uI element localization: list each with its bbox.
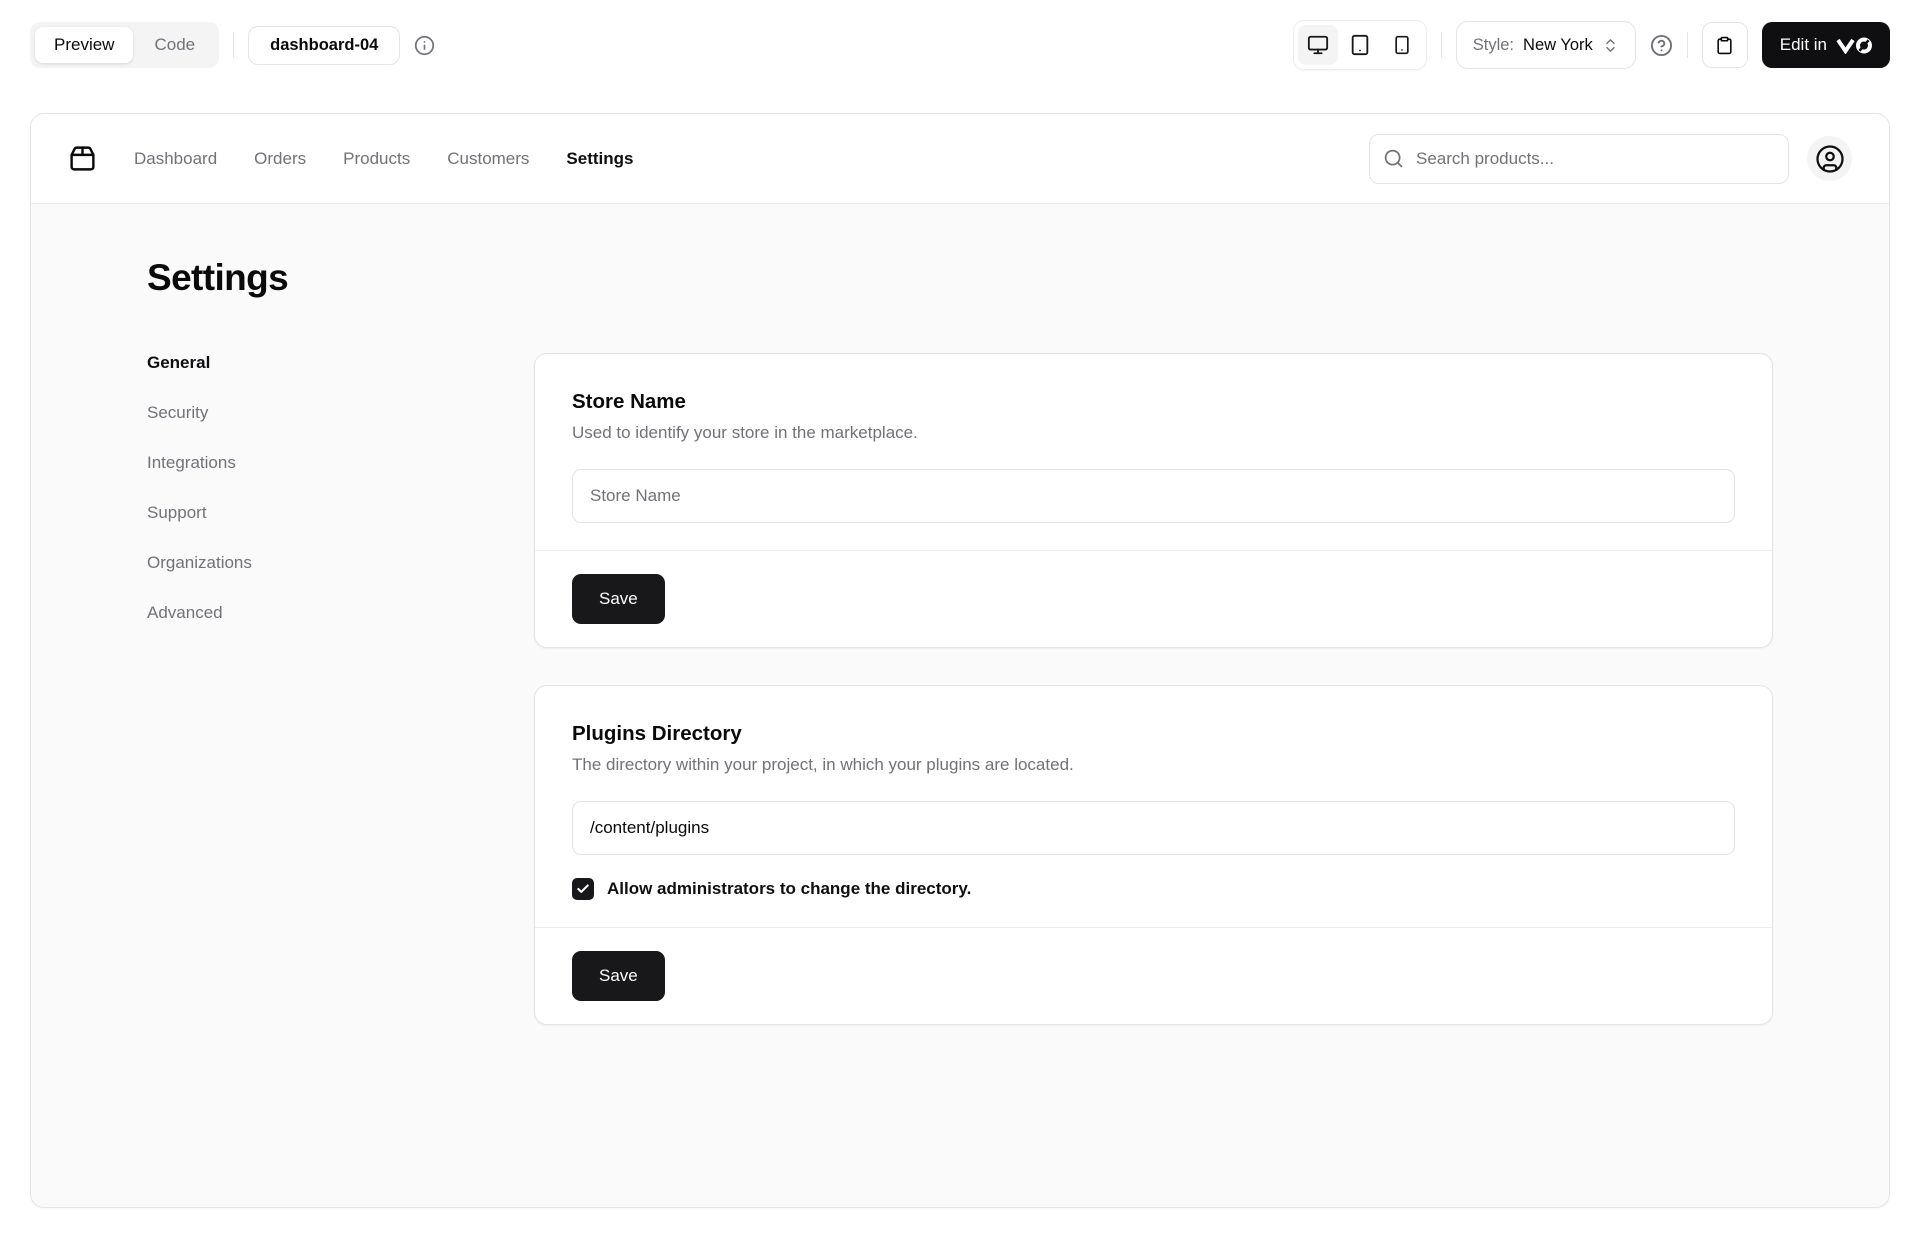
save-button[interactable]: Save [572,951,665,1001]
block-name-badge: dashboard-04 [248,25,401,65]
allow-admin-checkbox-label[interactable]: Allow administrators to change the direc… [607,879,971,899]
store-name-input[interactable] [572,469,1735,523]
chevrons-up-down-icon [1602,37,1619,54]
clipboard-icon [1715,36,1734,55]
style-select[interactable]: Style: New York [1455,21,1636,69]
search-input[interactable] [1369,133,1789,184]
sidebar-item-general[interactable]: General [147,353,427,373]
copy-code-button[interactable] [1701,22,1748,68]
app-header: Dashboard Orders Products Customers Sett… [31,114,1889,204]
preview-tab[interactable]: Preview [35,27,134,63]
device-size-toggle [1292,20,1427,70]
sidebar-item-support[interactable]: Support [147,503,427,523]
card-description: The directory within your project, in wh… [572,755,1074,774]
settings-sidebar: General Security Integrations Support Or… [147,353,427,623]
search-icon [1383,148,1404,174]
sidebar-item-security[interactable]: Security [147,403,427,423]
header-right [1369,133,1852,184]
user-menu-button[interactable] [1807,136,1852,181]
plugins-directory-input[interactable] [572,801,1735,855]
smartphone-icon [1392,35,1412,55]
info-icon[interactable] [414,35,435,56]
edit-in-v0-label: Edit in [1779,35,1827,54]
view-mode-toggle: Preview Code [30,22,220,68]
save-button[interactable]: Save [572,574,665,624]
mobile-view-button[interactable] [1382,25,1422,65]
settings-page: Settings General Security Integrations S… [31,204,1889,1025]
block-preview-frame: Dashboard Orders Products Customers Sett… [30,113,1890,1208]
v0-logo-icon [1836,37,1872,54]
store-name-card: Store Name Used to identify your store i… [534,353,1773,648]
tablet-icon [1349,34,1371,56]
nav-link-orders[interactable]: Orders [254,149,306,169]
card-title: Store Name [572,390,686,413]
card-description: Used to identify your store in the marke… [572,423,918,442]
nav-link-dashboard[interactable]: Dashboard [134,149,217,169]
nav-link-customers[interactable]: Customers [447,149,529,169]
circle-user-icon [1815,144,1845,174]
card-title: Plugins Directory [572,722,742,745]
sidebar-item-advanced[interactable]: Advanced [147,603,427,623]
tablet-view-button[interactable] [1340,25,1380,65]
toolbar-divider [1440,32,1442,58]
sidebar-item-integrations[interactable]: Integrations [147,453,427,473]
brand-logo-button[interactable] [68,144,97,173]
page-title: Settings [147,257,289,298]
nav-link-products[interactable]: Products [343,149,410,169]
edit-in-v0-button[interactable]: Edit in [1761,22,1890,68]
toolbar-divider [233,32,235,58]
nav-link-settings[interactable]: Settings [566,149,633,169]
toolbar-divider [1686,32,1688,58]
preview-toolbar: Preview Code dashboard-04 Style: New Yor… [0,0,1920,70]
monitor-icon [1307,34,1329,56]
plugins-directory-card: Plugins Directory The directory within y… [534,685,1773,1025]
package-icon [68,144,97,173]
search-box [1369,133,1789,184]
check-icon [576,882,590,896]
sidebar-item-organizations[interactable]: Organizations [147,553,427,573]
help-icon[interactable] [1650,34,1673,57]
allow-admin-checkbox[interactable] [572,878,594,900]
code-tab[interactable]: Code [135,27,214,63]
desktop-view-button[interactable] [1297,25,1338,65]
style-value: New York [1523,35,1593,54]
style-label: Style: [1472,35,1515,54]
